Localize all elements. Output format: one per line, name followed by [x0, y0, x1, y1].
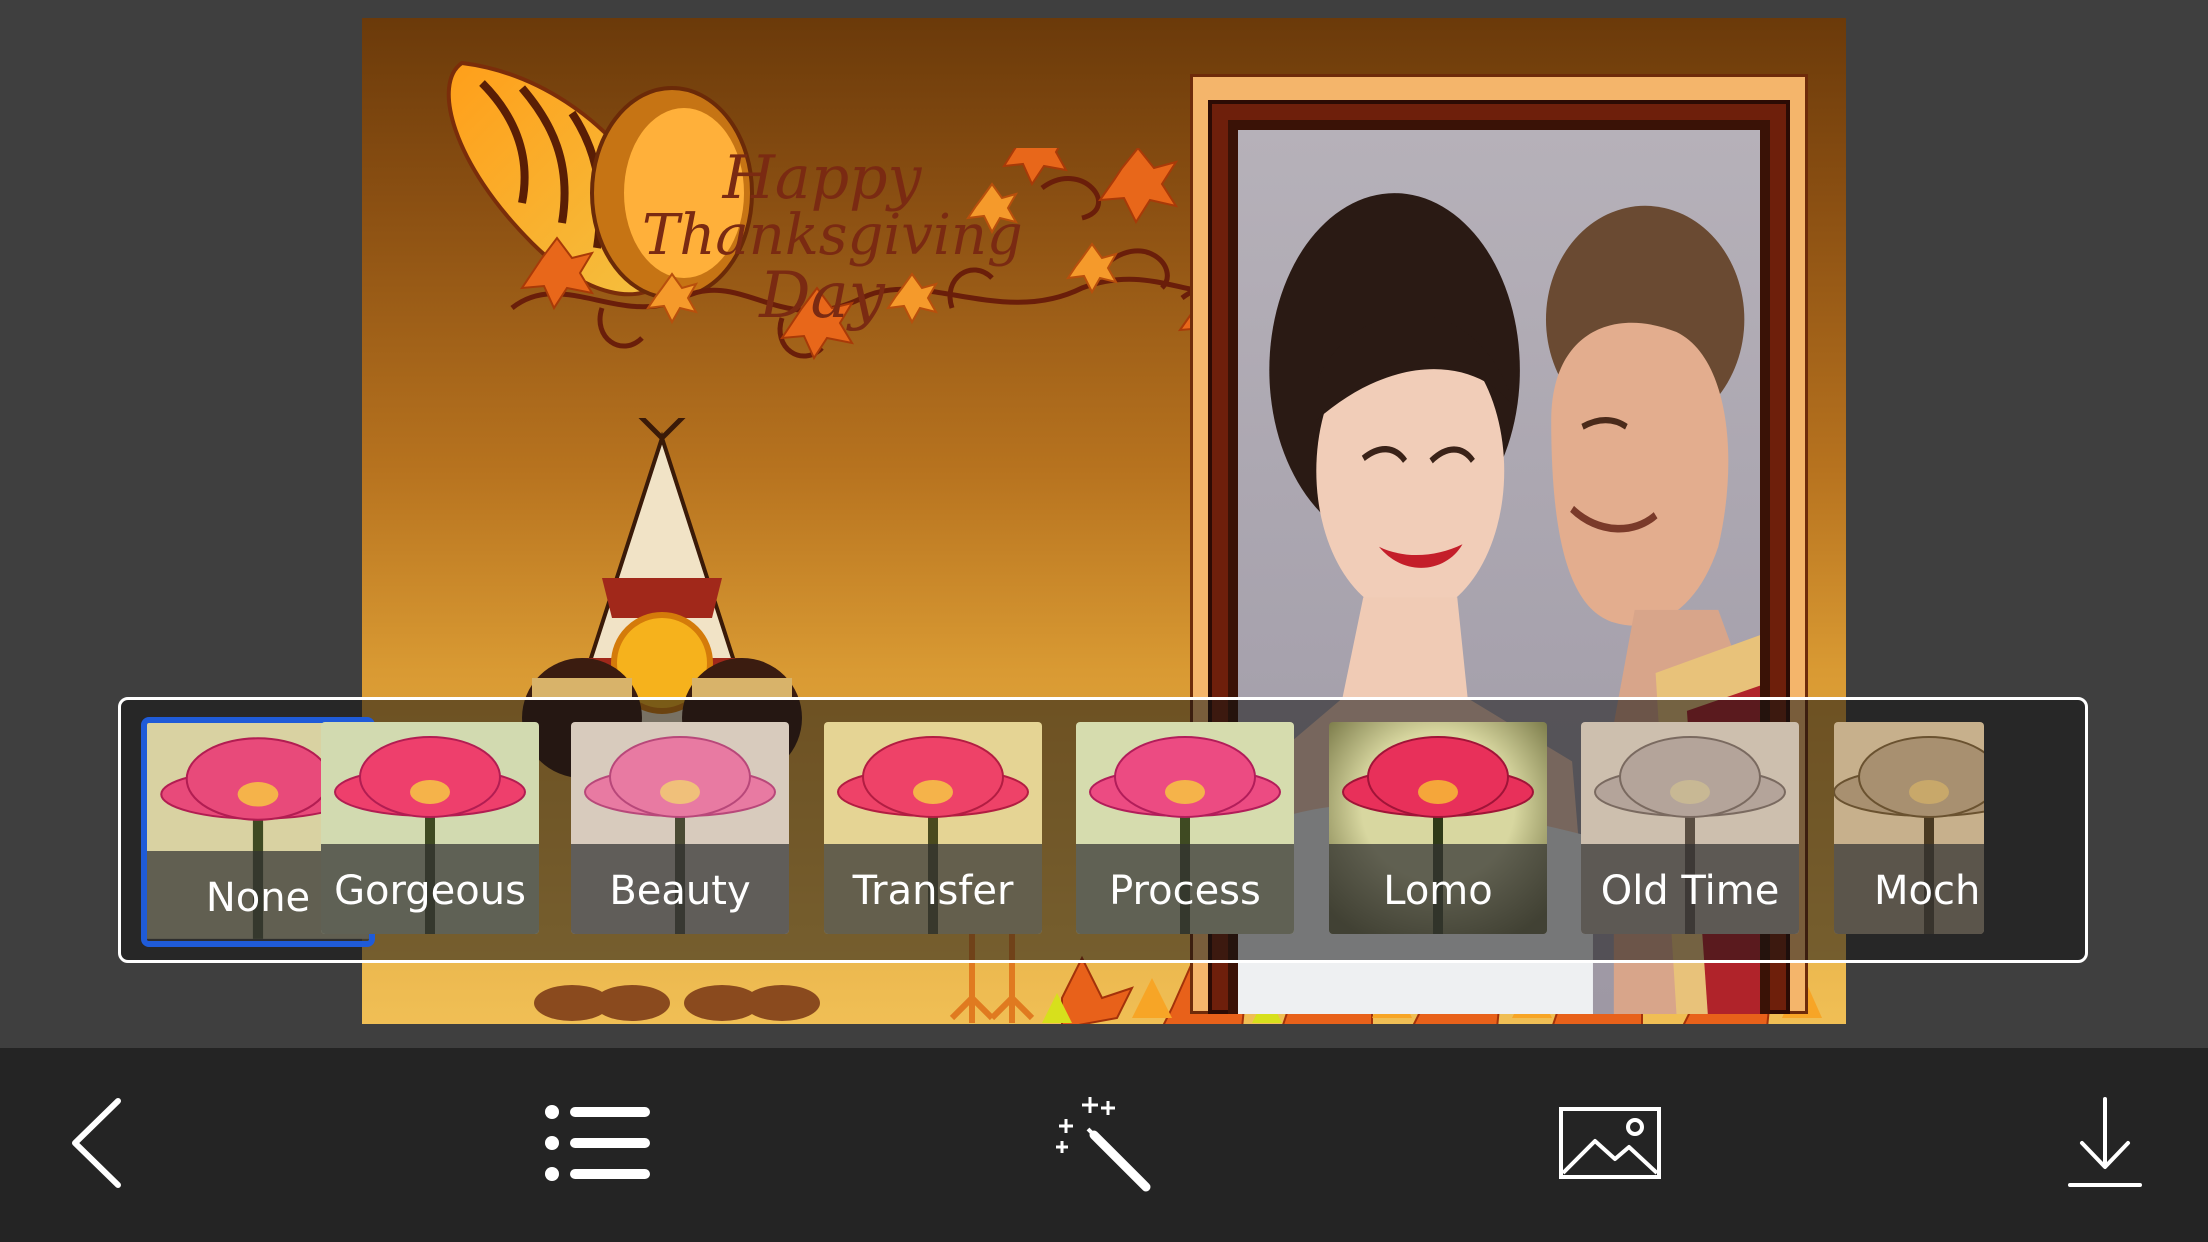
list-icon — [545, 1105, 650, 1181]
filter-label: Transfer — [852, 868, 1014, 914]
back-button[interactable] — [38, 1088, 158, 1198]
save-button[interactable] — [2045, 1088, 2165, 1198]
gallery-button[interactable] — [1550, 1088, 1670, 1198]
magic-wand-icon — [1056, 1097, 1151, 1192]
filter-gorgeous[interactable]: Gorgeous — [321, 722, 539, 934]
card-title-line-1: Happy — [722, 143, 922, 213]
card-title: Happy Thanksgiving Day — [642, 143, 1023, 333]
filter-label: Gorgeous — [334, 868, 526, 914]
filter-process[interactable]: Process — [1076, 722, 1294, 934]
card-title-line-2: Thanksgiving — [642, 203, 1023, 268]
card-title-line-3: Day — [759, 259, 885, 333]
chevron-left-icon — [72, 1098, 121, 1188]
download-icon — [2068, 1097, 2142, 1187]
filter-label: Beauty — [609, 868, 751, 914]
bottom-toolbar — [0, 1048, 2208, 1242]
image-icon — [1559, 1107, 1661, 1179]
filter-label: Lomo — [1383, 868, 1493, 914]
frames-list-button[interactable] — [537, 1088, 657, 1198]
filter-beauty[interactable]: Beauty — [571, 722, 789, 934]
filter-label: Process — [1109, 868, 1261, 914]
filter-label: Moch — [1874, 868, 1981, 914]
filter-label: Old Time — [1600, 868, 1780, 914]
filter-lomo[interactable]: Lomo — [1329, 722, 1547, 934]
filter-strip: None Gorgeous Beauty Transfer Process Lo… — [118, 697, 2088, 963]
filter-transfer[interactable]: Transfer — [824, 722, 1042, 934]
effects-button[interactable] — [1043, 1088, 1163, 1198]
filter-moch[interactable]: Moch — [1834, 722, 1984, 934]
filter-old-time[interactable]: Old Time — [1581, 722, 1799, 934]
